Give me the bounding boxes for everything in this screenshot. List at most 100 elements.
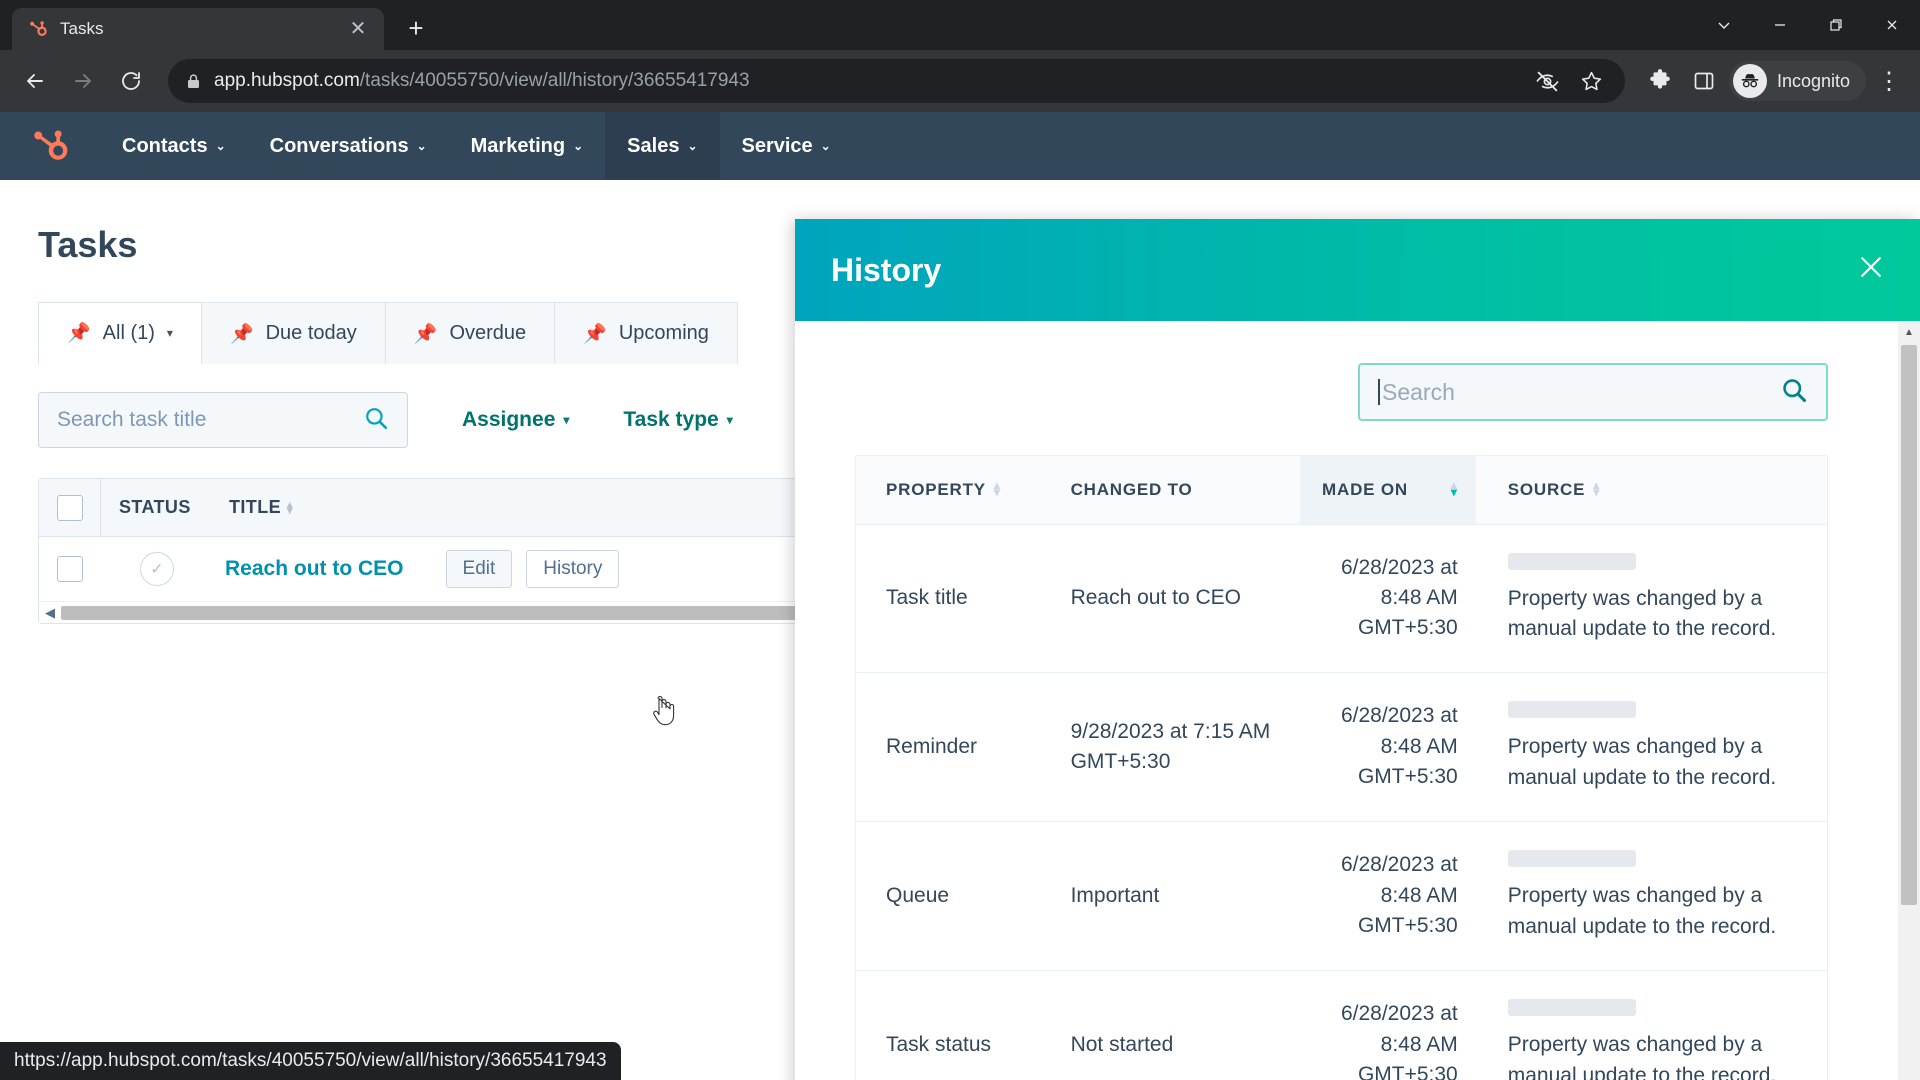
reload-button[interactable] <box>110 60 152 102</box>
chevron-down-icon: ⌄ <box>573 139 584 153</box>
text-cursor <box>1378 379 1380 405</box>
source-text: Property was changed by a manual update … <box>1507 884 1777 938</box>
hubspot-main-nav: Contacts ⌄ Conversations ⌄ Marketing ⌄ S… <box>0 112 1920 180</box>
sort-icon[interactable]: ▴ ▾ <box>1593 479 1600 498</box>
nav-item-label: Conversations <box>269 134 409 157</box>
nav-item-label: Contacts <box>122 134 208 157</box>
bookmark-star-icon[interactable] <box>1577 66 1607 96</box>
column-header-title[interactable]: TITLE ▴ ▾ <box>213 497 293 518</box>
task-complete-circle-icon[interactable]: ✓ <box>140 552 174 586</box>
pin-icon: 📌 <box>583 323 607 345</box>
cell-source: Property was changed by a manual update … <box>1476 971 1827 1080</box>
nav-item-sales[interactable]: Sales ⌄ <box>605 112 720 180</box>
browser-menu-icon[interactable]: ⋮ <box>1872 66 1906 96</box>
table-row: Task title Reach out to CEO 6/28/2023 at… <box>856 525 1827 674</box>
cell-property: Task title <box>886 586 968 610</box>
chevron-down-icon[interactable]: ▾ <box>167 326 173 340</box>
tab-upcoming[interactable]: 📌 Upcoming <box>554 302 738 364</box>
tab-close-icon[interactable]: ✕ <box>344 15 372 43</box>
column-header-made-on-label: MADE ON <box>1322 480 1408 499</box>
sort-icon[interactable]: ▴ ▾ <box>287 499 293 516</box>
tab-search-chevron-icon[interactable] <box>1696 0 1752 50</box>
chevron-down-icon: ⌄ <box>820 139 831 153</box>
nav-item-contacts[interactable]: Contacts ⌄ <box>100 112 248 180</box>
column-header-made-on[interactable]: MADE ON ▴ ▾ <box>1300 456 1476 524</box>
source-text: Property was changed by a manual update … <box>1507 735 1777 789</box>
nav-item-label: Sales <box>627 134 680 157</box>
history-panel-title: History <box>831 251 942 288</box>
source-avatar-placeholder <box>1507 701 1636 719</box>
column-header-changed-to[interactable]: CHANGED TO <box>1071 456 1300 524</box>
hubspot-logo-icon[interactable] <box>26 120 78 172</box>
browser-window: Tasks ✕ + app.hubspot.com/tasks/40055750… <box>0 0 1920 1080</box>
tab-label: Upcoming <box>618 322 709 344</box>
chevron-down-icon: ▾ <box>726 413 733 427</box>
task-title-link[interactable]: Reach out to CEO <box>225 557 404 581</box>
tab-overdue[interactable]: 📌 Overdue <box>384 302 556 364</box>
history-search-input[interactable]: Search <box>1358 363 1828 421</box>
cell-made-on: 6/28/2023 at 8:48 AM GMT+5:30 <box>1340 853 1458 938</box>
column-header-status[interactable]: STATUS <box>101 497 213 518</box>
eye-off-icon[interactable] <box>1533 66 1563 96</box>
minimize-icon[interactable] <box>1752 0 1808 50</box>
history-table-header: PROPERTY ▴ ▾ CHANGED TO MADE ON ▴ ▾ SOURCE <box>856 456 1827 525</box>
history-task-button[interactable]: History <box>526 550 620 588</box>
source-text: Property was changed by a manual update … <box>1507 586 1777 640</box>
address-bar-actions <box>1533 66 1611 96</box>
source-avatar-placeholder <box>1507 999 1636 1017</box>
close-icon[interactable] <box>1856 252 1886 288</box>
forward-button[interactable] <box>62 60 104 102</box>
scrollbar-thumb[interactable] <box>1901 345 1917 905</box>
browser-tab[interactable]: Tasks ✕ <box>12 8 384 50</box>
side-panel-icon[interactable] <box>1685 62 1723 100</box>
search-task-input[interactable]: Search task title <box>38 392 408 448</box>
cell-property: Queue <box>886 884 950 908</box>
task-type-filter-label: Task type <box>623 408 719 431</box>
source-avatar-placeholder <box>1507 850 1636 868</box>
search-task-placeholder: Search task title <box>57 408 207 431</box>
nav-item-marketing[interactable]: Marketing ⌄ <box>449 112 606 180</box>
browser-tab-title: Tasks <box>60 19 104 38</box>
row-checkbox[interactable] <box>57 556 83 582</box>
search-icon[interactable] <box>1780 376 1808 409</box>
profile-incognito-button[interactable]: Incognito <box>1728 61 1866 101</box>
address-bar-text: app.hubspot.com/tasks/40055750/view/all/… <box>214 70 750 92</box>
row-select-cell <box>39 537 101 601</box>
column-header-source[interactable]: SOURCE ▴ ▾ <box>1476 456 1827 524</box>
source-text: Property was changed by a manual update … <box>1507 1033 1777 1080</box>
history-panel: History Search PROPERTY ▴ ▾ CHANGED TO M… <box>795 219 1920 1080</box>
history-panel-body: Search PROPERTY ▴ ▾ CHANGED TO MADE ON ▴… <box>795 321 1920 1080</box>
extensions-icon[interactable] <box>1641 62 1679 100</box>
close-window-icon[interactable] <box>1864 0 1920 50</box>
table-row: Task status Not started 6/28/2023 at 8:4… <box>856 971 1827 1080</box>
cell-changed-to: 9/28/2023 at 7:15 AM GMT+5:30 <box>1070 719 1271 774</box>
cell-source: Property was changed by a manual update … <box>1476 822 1827 970</box>
history-panel-scrollbar[interactable]: ▲ <box>1898 321 1920 1080</box>
nav-item-service[interactable]: Service ⌄ <box>720 112 853 180</box>
maximize-icon[interactable] <box>1808 0 1864 50</box>
cell-changed-to: Important <box>1070 884 1160 908</box>
edit-task-button[interactable]: Edit <box>445 550 513 588</box>
scroll-up-arrow-icon[interactable]: ▲ <box>1898 321 1920 343</box>
sort-icon[interactable]: ▴ ▾ <box>994 479 1001 498</box>
task-type-filter-button[interactable]: Task type ▾ <box>623 408 732 432</box>
tab-all[interactable]: 📌 All (1) ▾ <box>38 302 202 364</box>
column-header-property[interactable]: PROPERTY ▴ ▾ <box>856 456 1071 524</box>
select-all-checkbox[interactable] <box>56 494 83 521</box>
assignee-filter-button[interactable]: Assignee ▾ <box>462 408 569 432</box>
sort-icon-active[interactable]: ▴ ▾ <box>1451 479 1458 498</box>
back-button[interactable] <box>14 60 56 102</box>
tab-due-today[interactable]: 📌 Due today <box>200 302 386 364</box>
nav-item-conversations[interactable]: Conversations ⌄ <box>248 112 449 180</box>
hubspot-app: Contacts ⌄ Conversations ⌄ Marketing ⌄ S… <box>0 112 1920 1080</box>
pin-icon: 📌 <box>413 323 438 345</box>
tab-label: All (1) <box>102 321 155 344</box>
nav-item-label: Marketing <box>470 134 566 157</box>
chevron-down-icon: ⌄ <box>687 139 698 153</box>
pin-icon: 📌 <box>67 323 91 344</box>
new-tab-button[interactable]: + <box>398 10 434 46</box>
address-bar[interactable]: app.hubspot.com/tasks/40055750/view/all/… <box>168 59 1625 103</box>
cell-source: Property was changed by a manual update … <box>1476 525 1827 673</box>
tab-label: Overdue <box>449 322 527 344</box>
scroll-left-arrow-icon[interactable]: ◀ <box>45 605 55 621</box>
